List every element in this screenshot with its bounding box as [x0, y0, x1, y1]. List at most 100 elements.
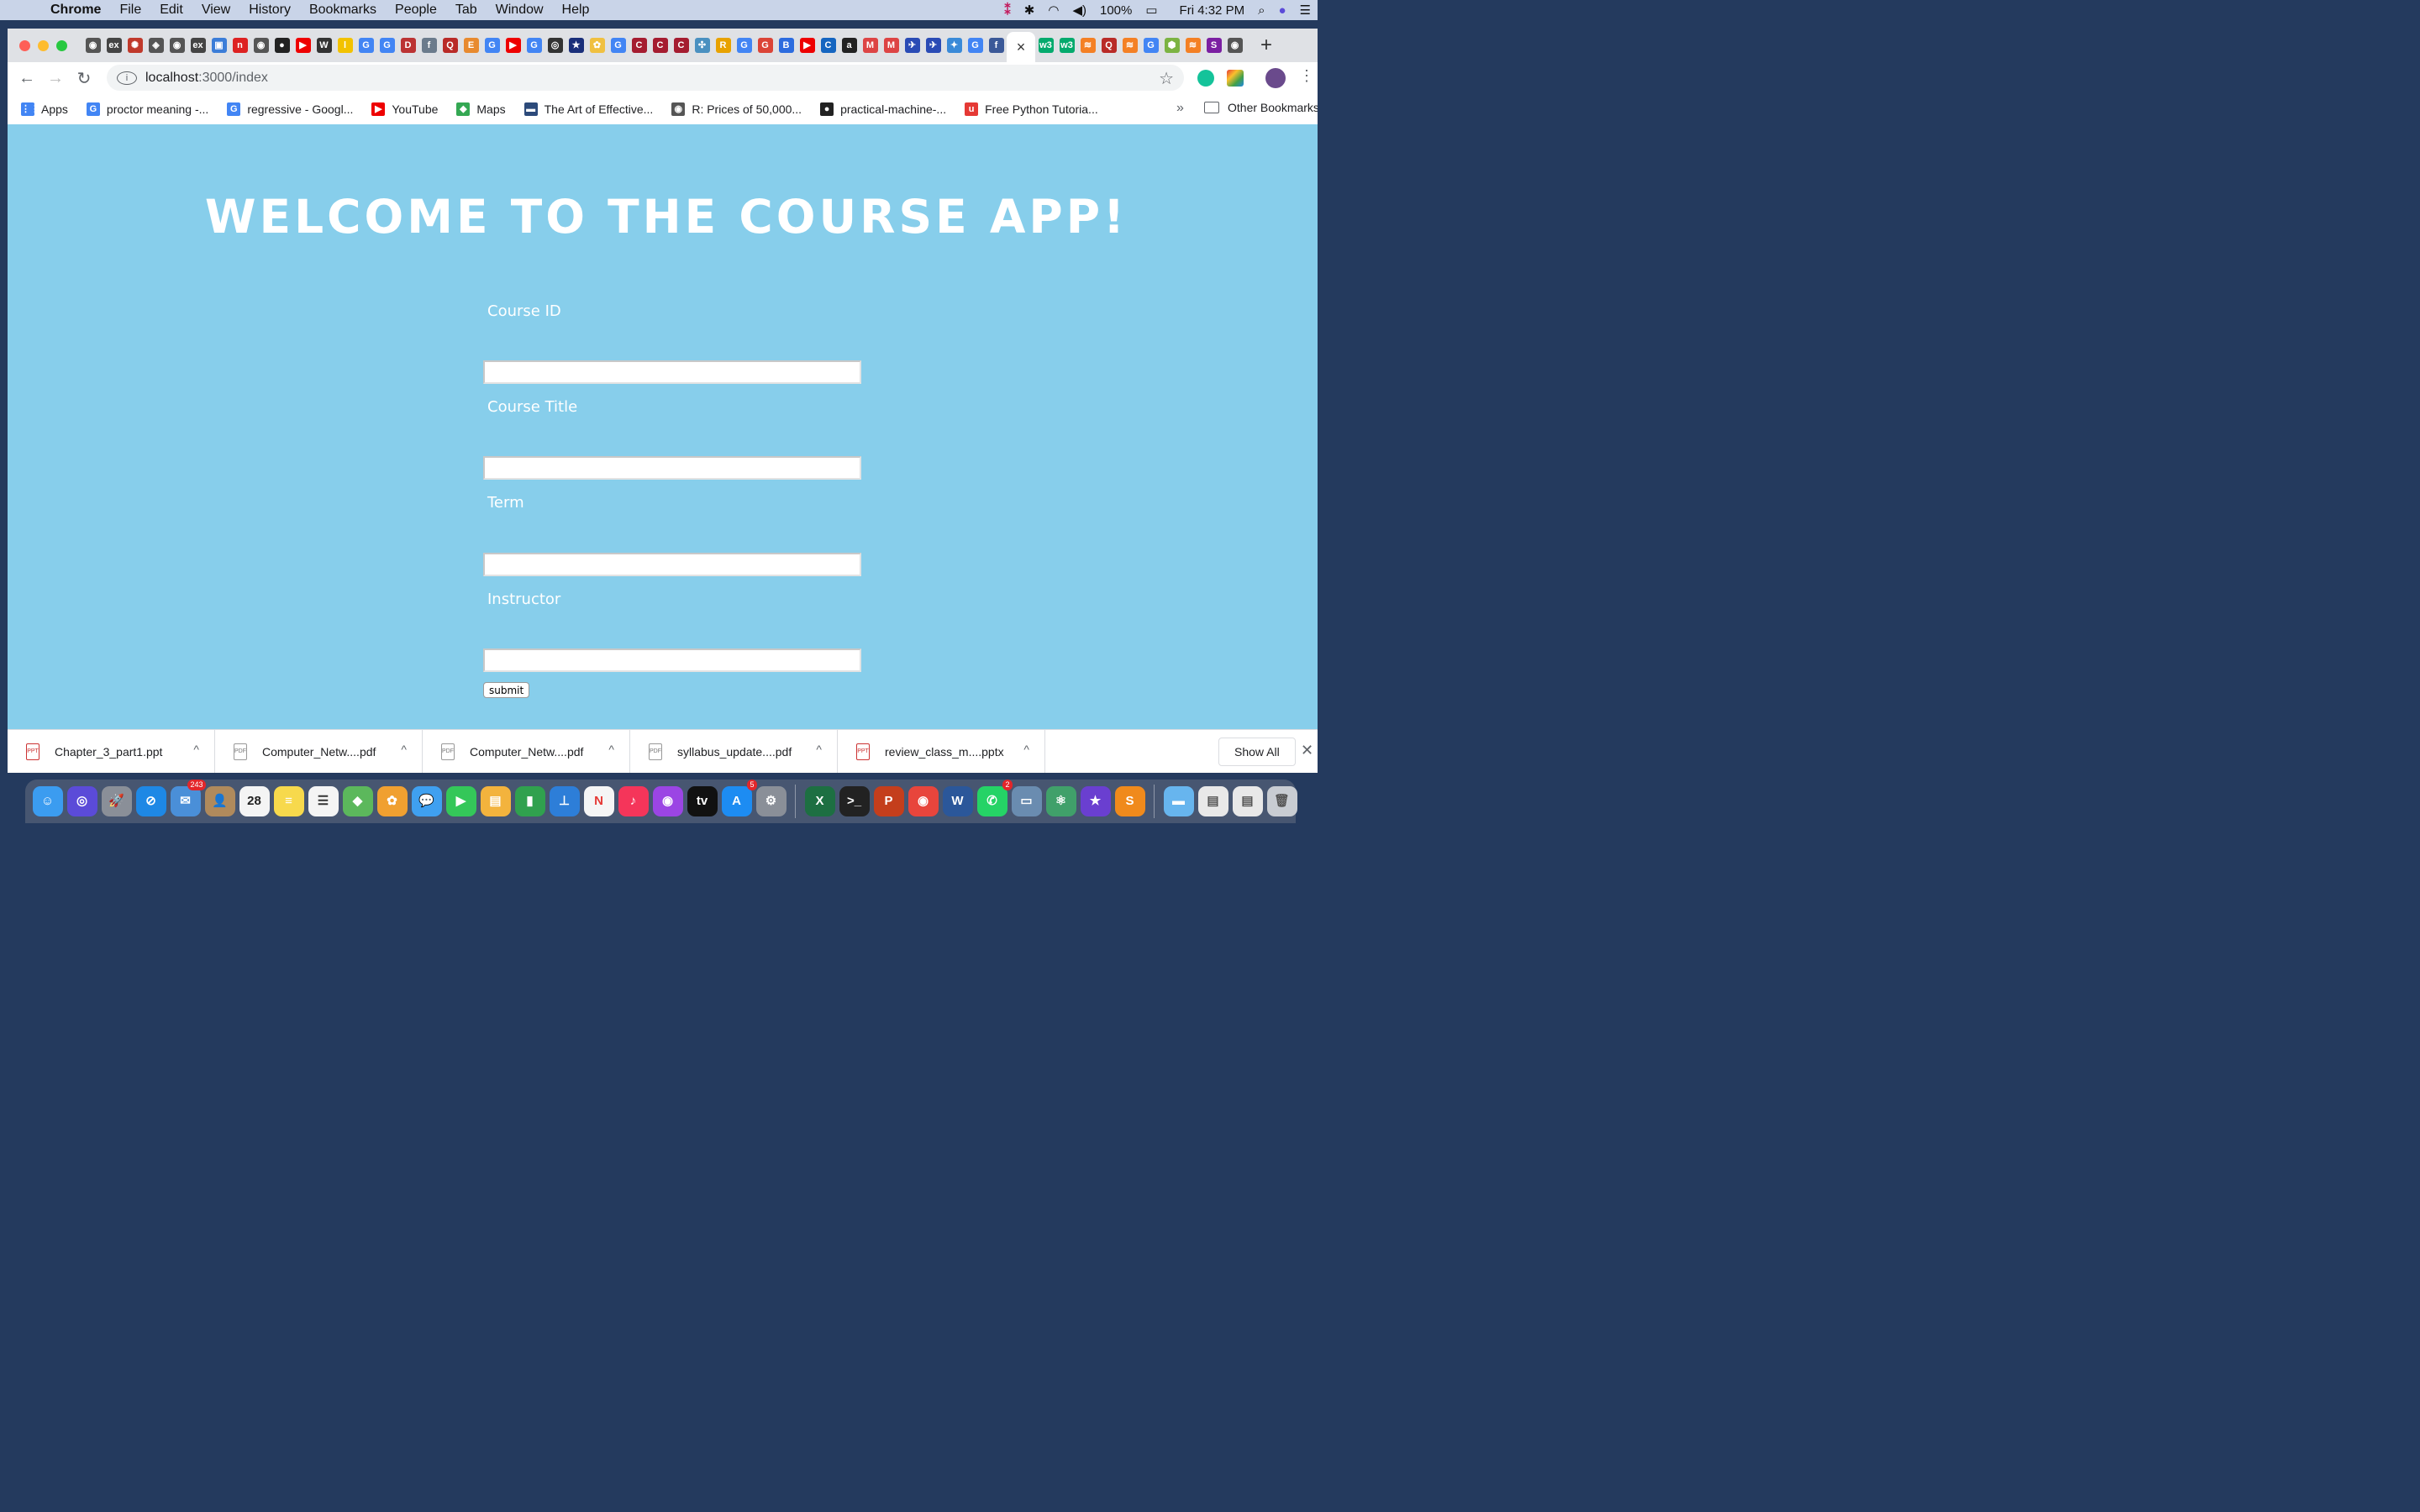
- contacts-icon[interactable]: 👤: [204, 786, 235, 816]
- tab-active[interactable]: ×: [1007, 32, 1035, 62]
- left-tab-6-favicon-icon[interactable]: ▣: [211, 38, 227, 53]
- menu-chrome[interactable]: Chrome: [40, 0, 110, 20]
- music-icon[interactable]: ♪: [618, 786, 649, 816]
- menu-file[interactable]: File: [110, 0, 150, 20]
- left-tab-41-favicon-icon[interactable]: ✦: [946, 38, 962, 53]
- left-tab-37-favicon-icon[interactable]: M: [862, 38, 878, 53]
- left-tab-7-favicon-icon[interactable]: n: [232, 38, 248, 53]
- colorful-extension-icon[interactable]: [1227, 70, 1244, 87]
- left-tab-27-favicon-icon[interactable]: C: [652, 38, 668, 53]
- photos-icon[interactable]: ✿: [376, 786, 408, 816]
- mail-icon[interactable]: ✉ 243: [170, 780, 206, 816]
- bookmark-item[interactable]: ⋮⋮ Apps: [21, 102, 68, 116]
- messages-icon[interactable]: 💬: [411, 786, 442, 816]
- left-tab-28-favicon-icon[interactable]: C: [673, 38, 689, 53]
- podcasts-icon[interactable]: ◉: [652, 786, 683, 816]
- notes-icon[interactable]: ≡: [273, 786, 304, 816]
- menu-view[interactable]: View: [192, 0, 239, 20]
- chevron-up-icon[interactable]: ^: [193, 743, 199, 756]
- course-title-input[interactable]: [483, 456, 861, 480]
- close-downloads-bar-icon[interactable]: ✕: [1301, 742, 1313, 759]
- keynote-icon[interactable]: ▤: [480, 786, 511, 816]
- left-tab-34-favicon-icon[interactable]: ▶: [799, 38, 815, 53]
- bookmark-item[interactable]: ▶ YouTube: [371, 102, 438, 116]
- download-item[interactable]: PDF syllabus_update....pdf ^: [630, 730, 838, 773]
- folder-icon[interactable]: ▬: [1163, 786, 1194, 816]
- right-tab-7-favicon-icon[interactable]: ≋: [1185, 38, 1201, 53]
- left-tab-10-favicon-icon[interactable]: ▶: [295, 38, 311, 53]
- left-tab-16-favicon-icon[interactable]: f: [421, 38, 437, 53]
- notification-center-icon[interactable]: ☰: [1293, 3, 1318, 18]
- battery-percent[interactable]: 100%: [1093, 3, 1139, 18]
- right-tab-8-favicon-icon[interactable]: S: [1206, 38, 1222, 53]
- imovie-icon[interactable]: ★: [1080, 786, 1111, 816]
- trash-icon[interactable]: 🗑: [1266, 786, 1297, 816]
- minimize-window-button[interactable]: [38, 39, 49, 51]
- menu-edit[interactable]: Edit: [150, 0, 192, 20]
- safari-icon[interactable]: ⊘: [135, 786, 166, 816]
- left-tab-2-favicon-icon[interactable]: ✺: [127, 38, 143, 53]
- left-tab-43-favicon-icon[interactable]: f: [988, 38, 1004, 53]
- close-window-button[interactable]: [19, 39, 30, 51]
- left-tab-20-favicon-icon[interactable]: ▶: [505, 38, 521, 53]
- tv-icon[interactable]: tv: [687, 786, 718, 816]
- menu-window[interactable]: Window: [487, 0, 553, 20]
- download-item[interactable]: PDF Computer_Netw....pdf ^: [215, 730, 423, 773]
- zoom-window-button[interactable]: [56, 39, 67, 51]
- course-id-input[interactable]: [483, 360, 861, 384]
- term-input[interactable]: [483, 553, 861, 576]
- bookmark-item[interactable]: Gregressive - Googl...: [227, 102, 353, 116]
- clock[interactable]: Fri 4:32 PM: [1173, 3, 1252, 18]
- calendar-icon[interactable]: 28: [239, 786, 270, 816]
- left-tab-36-favicon-icon[interactable]: a: [841, 38, 857, 53]
- bookmark-item[interactable]: ◆ Maps: [456, 102, 506, 116]
- bookmark-star-icon[interactable]: ☆: [1159, 68, 1174, 89]
- reminders-icon[interactable]: ☰: [308, 786, 339, 816]
- left-tab-42-favicon-icon[interactable]: G: [967, 38, 983, 53]
- left-tab-30-favicon-icon[interactable]: R: [715, 38, 731, 53]
- siri-menu-icon[interactable]: ●: [1271, 3, 1292, 18]
- left-tab-25-favicon-icon[interactable]: G: [610, 38, 626, 53]
- right-tab-5-favicon-icon[interactable]: G: [1143, 38, 1159, 53]
- submit-button[interactable]: submit: [483, 682, 530, 698]
- forward-button[interactable]: →: [41, 69, 70, 88]
- downloads-icon[interactable]: ▤: [1232, 786, 1263, 816]
- bookmark-item[interactable]: ● practical-machine-...: [820, 102, 946, 116]
- powerpoint-icon[interactable]: P: [873, 786, 904, 816]
- right-tab-1-favicon-icon[interactable]: w3: [1059, 38, 1075, 53]
- close-tab-icon[interactable]: ×: [1017, 39, 1026, 56]
- address-bar[interactable]: i localhost:3000/index ☆: [107, 65, 1184, 91]
- reload-button[interactable]: ↻: [70, 68, 98, 89]
- other-bookmarks[interactable]: Other Bookmarks: [1204, 101, 1318, 114]
- wifi-icon[interactable]: ◠: [1041, 3, 1065, 18]
- left-tab-32-favicon-icon[interactable]: G: [757, 38, 773, 53]
- left-tab-21-favicon-icon[interactable]: G: [526, 38, 542, 53]
- facetime-icon[interactable]: ▶: [445, 786, 476, 816]
- siri-icon[interactable]: ◎: [66, 786, 97, 816]
- left-tab-26-favicon-icon[interactable]: C: [631, 38, 647, 53]
- chevron-up-icon[interactable]: ^: [401, 743, 407, 756]
- left-tab-31-favicon-icon[interactable]: G: [736, 38, 752, 53]
- left-tab-35-favicon-icon[interactable]: C: [820, 38, 836, 53]
- whatsapp-icon[interactable]: ✆ 2: [976, 780, 1013, 816]
- chevron-up-icon[interactable]: ^: [1023, 743, 1029, 756]
- chevron-up-icon[interactable]: ^: [816, 743, 822, 756]
- left-tab-38-favicon-icon[interactable]: M: [883, 38, 899, 53]
- chrome-icon[interactable]: ◉: [908, 786, 939, 816]
- right-tab-3-favicon-icon[interactable]: Q: [1101, 38, 1117, 53]
- launchpad-icon[interactable]: 🚀: [101, 786, 132, 816]
- atom-icon[interactable]: ⚛: [1045, 786, 1076, 816]
- bookmark-item[interactable]: ◉ R: Prices of 50,000...: [671, 102, 802, 116]
- left-tab-24-favicon-icon[interactable]: ✿: [589, 38, 605, 53]
- left-tab-14-favicon-icon[interactable]: G: [379, 38, 395, 53]
- slack-status-icon[interactable]: ⁑: [997, 3, 1018, 18]
- instructor-input[interactable]: [483, 648, 861, 672]
- word-icon[interactable]: W: [942, 786, 973, 816]
- left-tab-22-favicon-icon[interactable]: ◎: [547, 38, 563, 53]
- left-tab-12-favicon-icon[interactable]: l: [337, 38, 353, 53]
- volume-icon[interactable]: ◀): [1065, 3, 1093, 18]
- menu-people[interactable]: People: [386, 0, 446, 20]
- left-tab-23-favicon-icon[interactable]: ★: [568, 38, 584, 53]
- download-item[interactable]: PDF Computer_Netw....pdf ^: [423, 730, 630, 773]
- keynote-icon-2[interactable]: ⊥: [549, 786, 580, 816]
